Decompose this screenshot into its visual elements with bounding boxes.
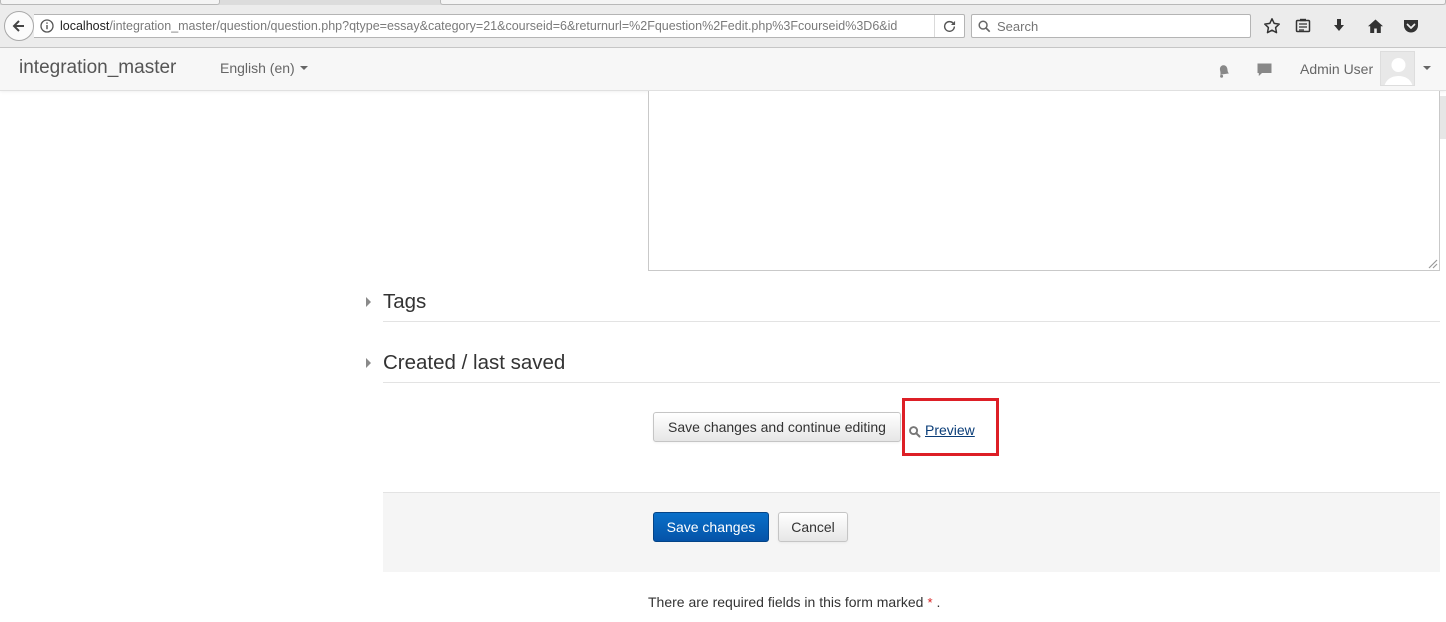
browser-tab[interactable] bbox=[440, 0, 1446, 5]
required-text: There are required fields in this form m… bbox=[648, 594, 924, 610]
reload-button[interactable] bbox=[934, 15, 964, 37]
search-icon bbox=[978, 19, 991, 32]
preview-link[interactable]: Preview bbox=[908, 422, 975, 438]
download-icon[interactable] bbox=[1327, 14, 1351, 38]
resize-grip-icon[interactable] bbox=[1426, 257, 1438, 269]
section-divider bbox=[383, 321, 1440, 322]
back-button[interactable] bbox=[4, 11, 34, 41]
home-icon[interactable] bbox=[1363, 14, 1387, 38]
star-icon[interactable] bbox=[1260, 14, 1284, 38]
general-feedback-textarea[interactable] bbox=[648, 91, 1440, 271]
reload-icon bbox=[943, 20, 956, 32]
user-menu-chevron-icon[interactable] bbox=[1423, 66, 1431, 70]
bell-icon[interactable] bbox=[1213, 60, 1233, 80]
pocket-icon[interactable] bbox=[1399, 14, 1423, 38]
preview-label: Preview bbox=[925, 422, 975, 438]
required-end: . bbox=[936, 594, 941, 610]
browser-toolbar: localhost/integration_master/question/qu… bbox=[0, 0, 1446, 48]
browser-search-box[interactable] bbox=[971, 14, 1251, 38]
save-button[interactable]: Save changes bbox=[653, 512, 769, 542]
language-label: English (en) bbox=[220, 60, 295, 76]
site-brand[interactable]: integration_master bbox=[19, 57, 176, 79]
url-path: /integration_master/question/question.ph… bbox=[109, 19, 898, 33]
magnifier-icon bbox=[909, 426, 921, 438]
url-bar[interactable]: localhost/integration_master/question/qu… bbox=[34, 14, 965, 38]
language-menu[interactable]: English (en) bbox=[220, 60, 308, 76]
required-fields-note: There are required fields in this form m… bbox=[648, 594, 940, 610]
avatar[interactable] bbox=[1380, 51, 1415, 86]
required-star: * bbox=[927, 595, 933, 610]
tab-strip bbox=[0, 0, 1446, 5]
messages-icon[interactable] bbox=[1254, 60, 1274, 80]
url-host: localhost bbox=[60, 19, 110, 33]
url-text[interactable]: localhost/integration_master/question/qu… bbox=[60, 19, 922, 33]
chevron-right-icon bbox=[366, 297, 371, 307]
chevron-down-icon bbox=[299, 66, 308, 70]
chevron-right-icon bbox=[366, 358, 371, 368]
section-created-toggle[interactable]: Created / last saved bbox=[366, 351, 565, 375]
section-divider bbox=[383, 382, 1440, 383]
browser-search-input[interactable] bbox=[997, 18, 1237, 34]
form-actions-footer bbox=[383, 492, 1440, 572]
section-tags-toggle[interactable]: Tags bbox=[366, 290, 426, 314]
section-tags-title: Tags bbox=[383, 290, 427, 313]
site-info-icon[interactable] bbox=[34, 15, 60, 37]
site-navbar: integration_master English (en) Admin Us… bbox=[0, 48, 1446, 139]
save-continue-button[interactable]: Save changes and continue editing bbox=[653, 412, 901, 442]
section-created-title: Created / last saved bbox=[383, 351, 566, 374]
user-icon bbox=[1384, 58, 1413, 85]
browser-tab[interactable] bbox=[0, 0, 220, 5]
user-name[interactable]: Admin User bbox=[1300, 61, 1373, 77]
reading-list-icon[interactable] bbox=[1291, 14, 1315, 38]
arrow-left-icon bbox=[12, 20, 24, 32]
scrollbar[interactable] bbox=[1440, 96, 1446, 139]
cancel-button[interactable]: Cancel bbox=[778, 512, 848, 542]
